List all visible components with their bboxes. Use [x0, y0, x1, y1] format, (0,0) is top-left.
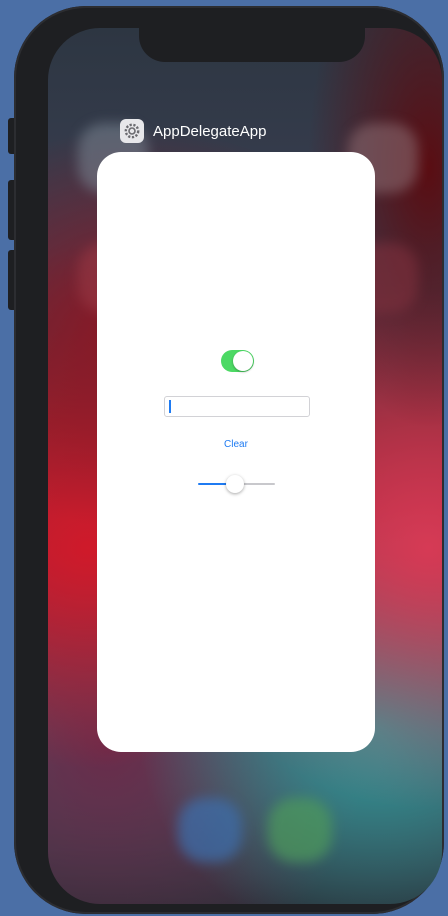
slider[interactable] [198, 474, 275, 494]
app-preview-card[interactable]: Clear [97, 152, 375, 752]
text-input[interactable] [164, 396, 310, 417]
notch [139, 12, 365, 62]
app-switcher-header[interactable]: AppDelegateApp [120, 118, 266, 144]
toggle-knob [233, 351, 253, 371]
settings-gear-icon [120, 119, 144, 143]
blurred-dock-icon [268, 798, 332, 862]
app-title: AppDelegateApp [153, 122, 267, 140]
toggle-switch[interactable] [221, 350, 254, 372]
text-caret [169, 400, 171, 413]
slider-thumb[interactable] [226, 475, 244, 493]
blurred-dock-icon [178, 798, 242, 862]
clear-button[interactable]: Clear [97, 439, 375, 450]
